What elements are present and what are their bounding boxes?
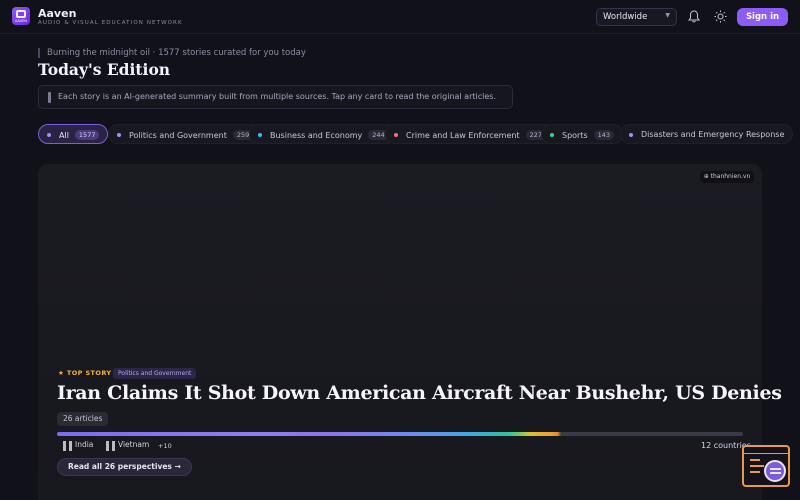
page-title: Today's Edition <box>38 60 171 79</box>
story-headline[interactable]: Iran Claims It Shot Down American Aircra… <box>57 382 782 404</box>
widget-titlebar <box>744 449 788 454</box>
category-pill-label: Business and Economy <box>270 131 363 140</box>
region-select-value: Worldwide <box>603 12 648 22</box>
category-pill-politics[interactable]: Politics and Government 259 <box>108 124 263 144</box>
terminal-line-icon <box>750 465 764 467</box>
edition-subline: Burning the midnight oil · 1577 stories … <box>38 48 306 58</box>
brand-tagline: AUDIO & VISUAL EDUCATION NETWORK <box>38 20 183 26</box>
logo-mark <box>16 10 26 18</box>
category-pill-all[interactable]: All 1577 <box>38 124 109 144</box>
category-pill-count: 1577 <box>74 130 100 140</box>
info-banner: Each story is an AI-generated summary bu… <box>38 85 513 109</box>
top-header: AAVEN Aaven AUDIO & VISUAL EDUCATION NET… <box>0 0 800 34</box>
category-dot-icon <box>629 133 633 137</box>
category-dot-icon <box>550 133 554 137</box>
perspective-spectrum-bar <box>57 432 743 436</box>
terminal-line-icon <box>750 459 760 461</box>
category-dot-icon <box>47 133 51 137</box>
sign-in-button[interactable]: Sign in <box>737 8 788 26</box>
category-pill-label: Disasters and Emergency Response <box>641 130 785 139</box>
terminal-line-icon <box>750 471 760 473</box>
flag-icon <box>63 441 72 451</box>
category-pill-label: Politics and Government <box>129 131 227 140</box>
assistant-avatar-icon <box>764 460 786 482</box>
category-pill-label: Sports <box>562 131 588 140</box>
article-count-badge: 26 articles <box>57 412 109 426</box>
category-pill-label: Crime and Law Enforcement <box>406 131 520 140</box>
info-banner-text: Each story is an AI-generated summary bu… <box>58 92 496 101</box>
chevron-down-icon: ▼ <box>665 12 670 19</box>
more-countries-count: +10 <box>158 442 172 450</box>
source-chip[interactable]: ⊕ thanhnien.vn <box>700 171 754 183</box>
read-all-perspectives-button[interactable]: Read all 26 perspectives → <box>57 458 192 476</box>
category-pill-disasters[interactable]: Disasters and Emergency Response <box>620 124 794 144</box>
logo-text: AAVEN <box>15 19 27 23</box>
brand-name[interactable]: Aaven <box>38 7 76 20</box>
country-tag-vietnam: Vietnam <box>106 440 149 452</box>
category-pill-crime[interactable]: Crime and Law Enforcement 227 <box>385 124 556 144</box>
bell-icon[interactable] <box>688 10 700 23</box>
category-dot-icon <box>117 133 121 137</box>
country-name: India <box>75 440 94 449</box>
flag-icon <box>106 441 115 451</box>
country-name: Vietnam <box>118 440 150 449</box>
top-story-badge: ★ TOP STORY <box>58 369 112 377</box>
brand-logo[interactable]: AAVEN <box>12 7 30 25</box>
info-bar-icon <box>48 92 51 103</box>
category-filter-bar: All 1577 Politics and Government 259 Busin… <box>38 124 800 144</box>
sun-icon[interactable] <box>714 10 727 23</box>
region-select[interactable]: Worldwide ▼ <box>596 8 677 26</box>
story-category-tag[interactable]: Politics and Government <box>113 368 197 379</box>
category-pill-count: 143 <box>593 130 615 140</box>
category-pill-label: All <box>59 131 69 140</box>
category-pill-sports[interactable]: Sports 143 <box>541 124 624 144</box>
country-tag-india: India <box>63 440 93 452</box>
category-dot-icon <box>394 133 398 137</box>
category-pill-business[interactable]: Business and Economy 244 <box>249 124 398 144</box>
category-dot-icon <box>258 133 262 137</box>
floating-assistant-widget[interactable] <box>742 445 790 487</box>
